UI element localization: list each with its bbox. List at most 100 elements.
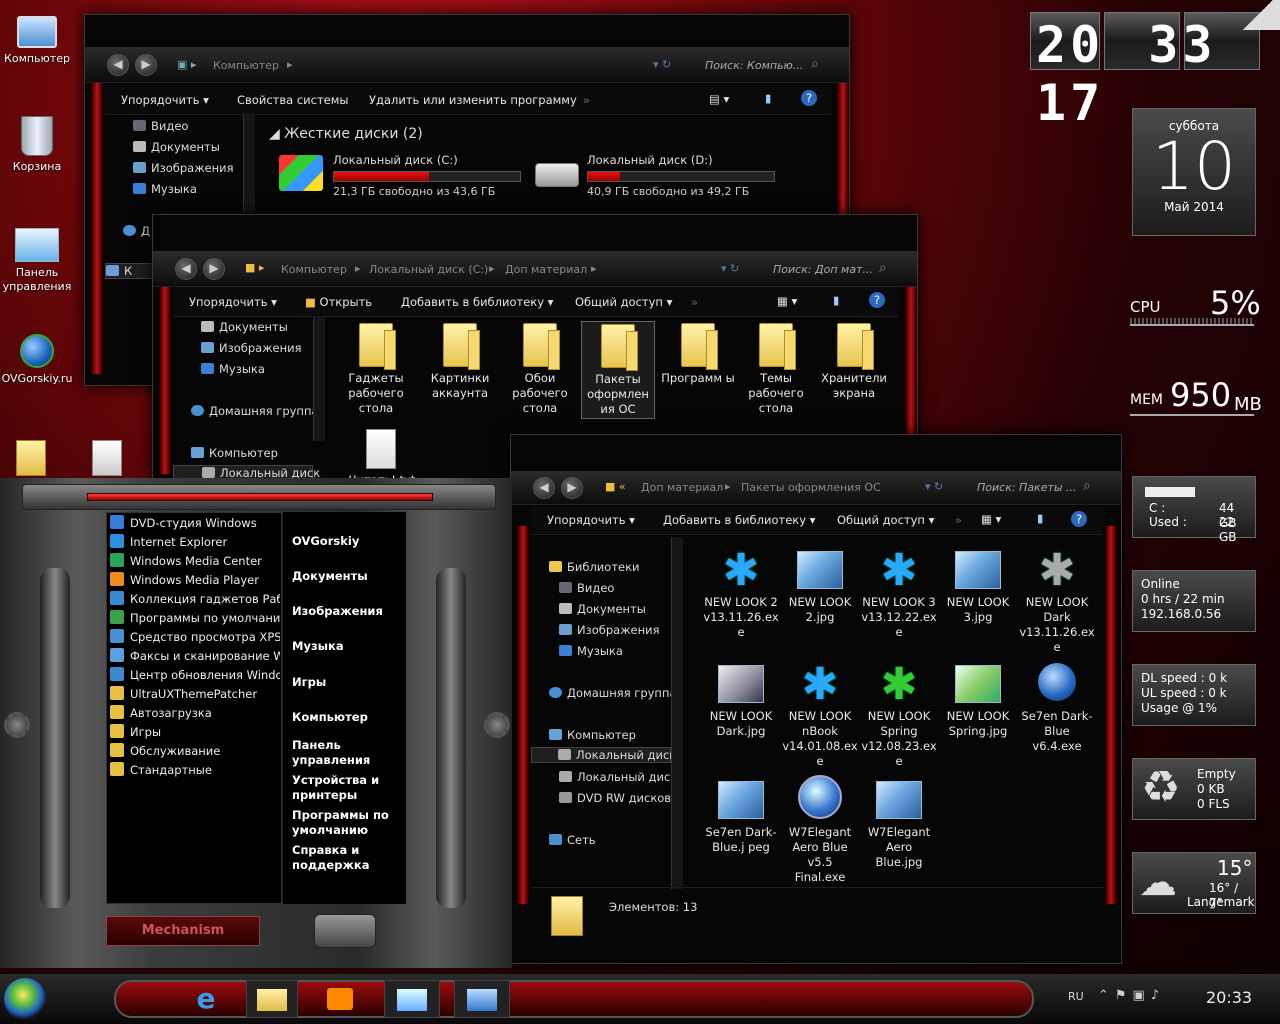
file-newlook-dark-jpg[interactable]: NEW LOOK Dark.jpg: [703, 661, 779, 739]
uninstall-program-button[interactable]: Удалить или изменить программу: [369, 93, 577, 107]
open-button[interactable]: ■ Открыть: [305, 295, 372, 309]
start-place-item[interactable]: Устройства и принтеры: [292, 773, 398, 803]
corner-tab[interactable]: [1236, 0, 1280, 30]
desktop-icon-control-panel[interactable]: Панель управления: [0, 228, 74, 294]
forward-button[interactable]: ▶: [203, 258, 225, 280]
nav-item-network[interactable]: Сеть: [549, 833, 596, 847]
nav-item-music[interactable]: Музыка: [133, 182, 197, 196]
start-button[interactable]: [4, 978, 46, 1020]
language-indicator[interactable]: RU: [1068, 990, 1084, 1003]
start-program-item[interactable]: Internet Explorer: [110, 534, 280, 552]
folder-programs[interactable]: Программ ы: [661, 323, 735, 386]
file-w7elegant-jpg[interactable]: W7Elegant Aero Blue.jpg: [861, 777, 937, 870]
desktop-folder-icon[interactable]: [16, 440, 46, 476]
start-program-item[interactable]: DVD-студия Windows: [110, 515, 280, 533]
taskbar-explorer-button[interactable]: [246, 980, 298, 1018]
start-program-item[interactable]: Центр обновления Window: [110, 667, 280, 685]
desktop-file-icon[interactable]: [92, 440, 122, 476]
start-place-item[interactable]: Изображения: [292, 604, 398, 619]
add-to-library-menu[interactable]: Добавить в библиотеку ▾: [663, 513, 815, 527]
refresh-icon[interactable]: ▾ ↻: [721, 262, 739, 275]
file-newlook-spring-jpg[interactable]: NEW LOOK Spring.jpg: [940, 661, 1016, 739]
forward-button[interactable]: ▶: [135, 54, 157, 76]
nav-item-homegroup[interactable]: Домашняя группа: [549, 686, 677, 700]
help-icon[interactable]: ?: [869, 292, 885, 308]
start-program-item[interactable]: Игры: [110, 724, 280, 742]
start-program-item[interactable]: Windows Media Player: [110, 572, 280, 590]
start-program-item[interactable]: Факсы и сканирование Wi: [110, 648, 280, 666]
nav-scrollbar[interactable]: [243, 115, 255, 213]
breadcrumb-materials[interactable]: Доп материал: [641, 481, 723, 494]
folder-account-pictures[interactable]: Картинки аккаунта: [423, 323, 497, 401]
start-place-item[interactable]: Компьютер: [292, 710, 398, 725]
refresh-icon[interactable]: ▾ ↻: [653, 58, 671, 71]
nav-scrollbar[interactable]: [671, 537, 683, 889]
desktop-icon-ovgorskiy[interactable]: OVGorskiy.ru: [0, 334, 74, 386]
preview-pane-icon[interactable]: ▮: [1037, 511, 1043, 525]
preview-pane-icon[interactable]: ▮: [765, 91, 771, 105]
back-button[interactable]: ◀: [107, 54, 129, 76]
group-header-hard-disks[interactable]: ◢ Жесткие диски (2): [269, 126, 423, 142]
nav-item-computer[interactable]: К: [105, 263, 155, 279]
system-properties-button[interactable]: Свойства системы: [237, 93, 348, 107]
breadcrumb-computer[interactable]: Компьютер: [281, 263, 347, 276]
file-newlook3-jpg[interactable]: NEW LOOK 3.jpg: [940, 547, 1016, 625]
start-place-item[interactable]: Документы: [292, 569, 398, 584]
search-field[interactable]: Поиск: Доп мат...: [773, 263, 873, 276]
folder-screensavers[interactable]: Хранители экрана: [817, 323, 891, 401]
more-commands-button[interactable]: »: [583, 93, 590, 107]
start-program-item[interactable]: Средство просмотра XPS: [110, 629, 280, 647]
taskbar-computer-button[interactable]: [454, 980, 510, 1018]
shutdown-button[interactable]: [314, 914, 376, 948]
preview-pane-icon[interactable]: ▮: [833, 293, 839, 307]
start-place-item[interactable]: Музыка: [292, 639, 398, 654]
share-menu[interactable]: Общий доступ ▾: [575, 295, 672, 309]
start-program-item[interactable]: Коллекция гаджетов Рабо: [110, 591, 280, 609]
back-button[interactable]: ◀: [175, 258, 197, 280]
nav-item-libraries[interactable]: Библиотеки: [549, 560, 640, 574]
folder-theme-packs[interactable]: Пакеты оформлен ия ОС: [581, 321, 655, 419]
forward-button[interactable]: ▶: [561, 477, 583, 499]
file-newlook-nbook-exe[interactable]: ✱ NEW LOOK nBook v14.01.08.ex e: [782, 661, 858, 769]
file-w7elegant-exe[interactable]: W7Elegant Aero Blue v5.5 Final.exe: [782, 775, 858, 885]
file-se7en-jpeg[interactable]: Se7en Dark-Blue.j peg: [703, 777, 779, 855]
nav-item-computer[interactable]: Компьютер: [191, 446, 278, 460]
folder-gadgets[interactable]: Гаджеты рабочего стола: [339, 323, 413, 416]
back-button[interactable]: ◀: [533, 477, 555, 499]
taskbar-clock[interactable]: 20:33: [1206, 988, 1252, 1007]
nav-item-dvd[interactable]: DVD RW дисково: [559, 791, 678, 805]
nav-item-pictures[interactable]: Изображения: [201, 341, 302, 355]
more-commands-button[interactable]: »: [691, 295, 698, 309]
nav-scrollbar[interactable]: [313, 317, 325, 441]
add-to-library-menu[interactable]: Добавить в библиотеку ▾: [401, 295, 553, 309]
desktop-icon-recycle-bin[interactable]: Корзина: [0, 116, 74, 174]
breadcrumb-computer[interactable]: Компьютер: [213, 59, 279, 72]
file-newlook2-jpg[interactable]: NEW LOOK 2.jpg: [782, 547, 858, 625]
nav-item-homegroup[interactable]: Д: [123, 224, 150, 238]
nav-item-local-disk-d[interactable]: Локальный диск: [559, 770, 677, 784]
taskbar-media-button[interactable]: [314, 980, 366, 1018]
nav-item-video[interactable]: Видео: [133, 119, 188, 133]
nav-item-documents[interactable]: Документы: [559, 602, 646, 616]
nav-item-music[interactable]: Музыка: [201, 362, 265, 376]
organize-menu[interactable]: Упорядочить ▾: [189, 295, 277, 309]
nav-item-computer[interactable]: Компьютер: [549, 728, 636, 742]
folder-wallpapers[interactable]: Обои рабочего стола: [503, 323, 577, 416]
start-place-item[interactable]: Игры: [292, 675, 398, 690]
start-place-item[interactable]: Программы по умолчанию: [292, 808, 398, 838]
start-program-item[interactable]: Обслуживание: [110, 743, 280, 761]
file-se7en-exe[interactable]: Se7en Dark-Blue v6.4.exe: [1019, 661, 1095, 754]
desktop-icon-computer[interactable]: Компьютер: [0, 12, 74, 66]
help-icon[interactable]: ?: [1071, 511, 1087, 527]
breadcrumb-drive-c[interactable]: Локальный диск (C:): [369, 263, 488, 276]
nav-item-documents[interactable]: Документы: [201, 320, 288, 334]
start-program-item[interactable]: UltraUXThemePatcher: [110, 686, 280, 704]
file-newlook2-exe[interactable]: ✱ NEW LOOK 2 v13.11.26.ex e: [703, 547, 779, 640]
search-icon[interactable]: ⌕: [879, 260, 887, 276]
explorer-window-theme-packs[interactable]: ◀ ▶ ■ « Доп материал ▸ Пакеты оформления…: [510, 434, 1122, 964]
nav-item-pictures[interactable]: Изображения: [133, 161, 234, 175]
view-options-icon[interactable]: ▦ ▾: [981, 512, 1001, 526]
more-commands-button[interactable]: »: [955, 513, 962, 527]
search-field[interactable]: Поиск: Компью...: [705, 59, 803, 72]
nav-item-pictures[interactable]: Изображения: [559, 623, 660, 637]
